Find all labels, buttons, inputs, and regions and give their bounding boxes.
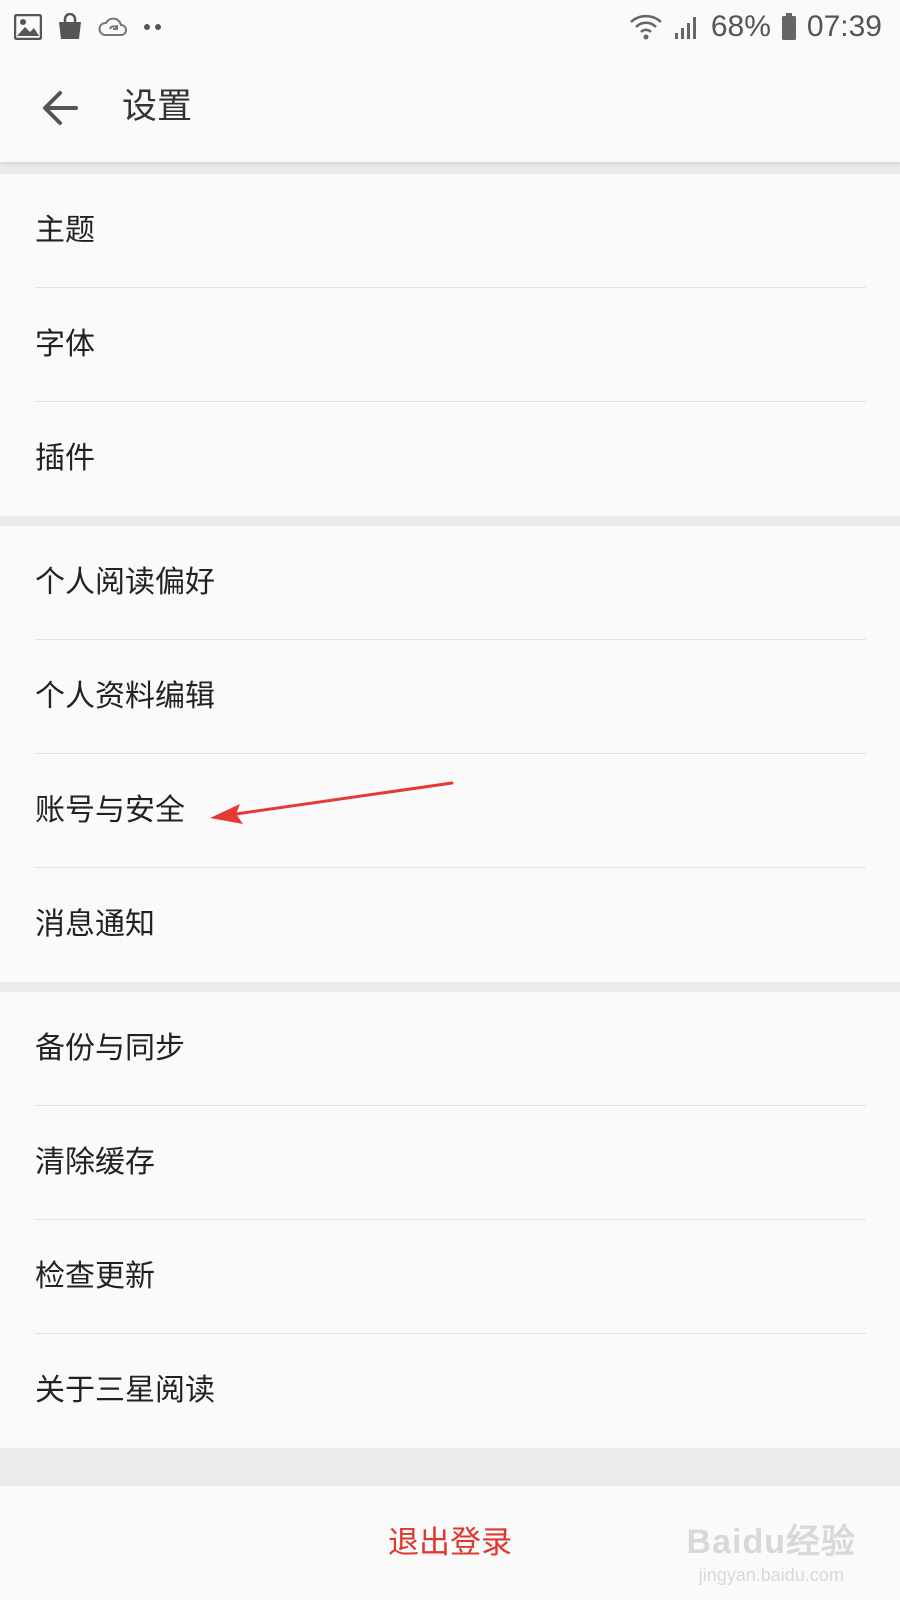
settings-item-label: 清除缓存 <box>35 1145 155 1180</box>
watermark-logo: Baidu经验 <box>686 1523 856 1561</box>
more-notifications-icon <box>142 22 164 32</box>
settings-item-plugins[interactable]: 插件 <box>0 402 900 516</box>
back-button[interactable] <box>38 84 86 132</box>
app-bar: 设置 <box>0 54 900 162</box>
status-bar: 68% 07:39 <box>0 0 900 54</box>
wifi-icon <box>629 12 663 42</box>
signal-icon <box>673 13 701 41</box>
baidu-watermark: Baidu经验 jingyan.baidu.com <box>687 1514 856 1586</box>
settings-item-label: 插件 <box>35 441 95 476</box>
battery-percentage: 68% <box>710 10 771 43</box>
settings-item-edit-profile[interactable]: 个人资料编辑 <box>0 640 900 754</box>
cloud-sync-icon <box>98 15 128 39</box>
settings-item-check-update[interactable]: 检查更新 <box>0 1220 900 1334</box>
settings-item-label: 关于三星阅读 <box>35 1373 215 1408</box>
settings-item-reading-preferences[interactable]: 个人阅读偏好 <box>0 526 900 640</box>
settings-item-label: 字体 <box>35 327 95 362</box>
settings-group-system: 备份与同步 清除缓存 检查更新 关于三星阅读 <box>0 992 900 1448</box>
shopping-bag-icon <box>56 13 84 41</box>
settings-item-account-security[interactable]: 账号与安全 <box>0 754 900 868</box>
settings-item-label: 备份与同步 <box>35 1031 185 1066</box>
settings-item-about[interactable]: 关于三星阅读 <box>0 1334 900 1448</box>
settings-item-backup-sync[interactable]: 备份与同步 <box>0 992 900 1106</box>
settings-item-notifications[interactable]: 消息通知 <box>0 868 900 982</box>
page-title: 设置 <box>122 87 193 127</box>
settings-item-clear-cache[interactable]: 清除缓存 <box>0 1106 900 1220</box>
gallery-icon <box>14 14 42 40</box>
battery-icon <box>781 13 797 41</box>
arrow-left-icon <box>43 91 78 125</box>
clock: 07:39 <box>806 10 882 43</box>
settings-group-personal: 个人阅读偏好 个人资料编辑 账号与安全 消息通知 <box>0 526 900 982</box>
watermark-url: jingyan.baidu.com <box>698 1565 844 1585</box>
settings-item-label: 检查更新 <box>35 1259 155 1294</box>
settings-group-display: 主题 字体 插件 <box>0 174 900 516</box>
settings-item-label: 账号与安全 <box>35 793 185 828</box>
settings-item-label: 主题 <box>35 213 95 248</box>
settings-item-label: 个人阅读偏好 <box>35 565 215 600</box>
settings-item-label: 个人资料编辑 <box>35 679 215 714</box>
settings-item-label: 消息通知 <box>35 907 155 942</box>
settings-item-font[interactable]: 字体 <box>0 288 900 402</box>
settings-item-theme[interactable]: 主题 <box>0 174 900 288</box>
